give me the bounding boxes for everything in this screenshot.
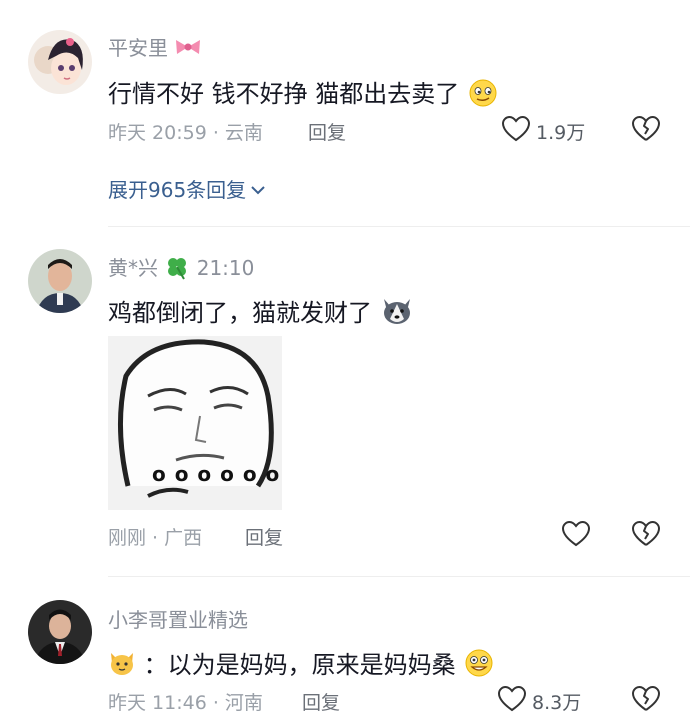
time-location: 刚刚 · 广西 [108,527,203,549]
like-count: 1.9万 [536,122,586,144]
clover-icon [164,254,190,285]
dislike-button[interactable] [632,686,660,716]
broken-heart-icon [632,116,660,146]
smirk-emoji-icon [467,76,499,114]
husky-emoji-icon [380,295,414,333]
like-count: 8.3万 [532,692,582,714]
bow-icon [174,37,202,62]
reply-button[interactable]: 回复 [302,688,340,715]
heart-icon [497,685,527,717]
avatar[interactable] [28,249,92,313]
cat-face-icon [108,649,136,683]
username[interactable]: 小李哥置业精选 [108,604,248,633]
comment-text: ：以为是妈妈，原来是妈妈桑 [108,645,495,685]
expand-replies-link[interactable]: 展开965条回复 [108,174,266,203]
chevron-down-icon [250,177,266,201]
divider [108,226,690,227]
meme-dots: o o o o o o [152,462,281,486]
dislike-button[interactable] [632,116,660,146]
grin-emoji-icon [463,647,495,685]
reply-button[interactable]: 回复 [245,523,283,550]
username[interactable]: 黄*兴 21:10 [108,252,254,285]
dislike-button[interactable] [632,521,660,551]
comment-text: 行情不好 钱不好挣 猫都出去卖了 [108,74,499,114]
time-location: 昨天 20:59 · 云南 [108,122,263,144]
avatar[interactable] [28,30,92,94]
username[interactable]: 平安里 [108,32,202,62]
avatar[interactable] [28,600,92,664]
heart-icon [501,115,531,147]
meme-image[interactable]: o o o o o o [108,336,282,510]
post-time: 21:10 [196,256,255,280]
heart-icon [561,520,591,552]
broken-heart-icon [632,686,660,716]
like-button[interactable]: 8.3万 [497,685,582,717]
broken-heart-icon [632,521,660,551]
divider [108,576,690,577]
reply-button[interactable]: 回复 [308,118,346,145]
comment-text: 鸡都倒闭了，猫就发财了 [108,293,414,333]
time-location: 昨天 11:46 · 河南 [108,692,263,714]
like-button[interactable]: 1.9万 [501,115,586,147]
like-button[interactable] [561,520,591,552]
